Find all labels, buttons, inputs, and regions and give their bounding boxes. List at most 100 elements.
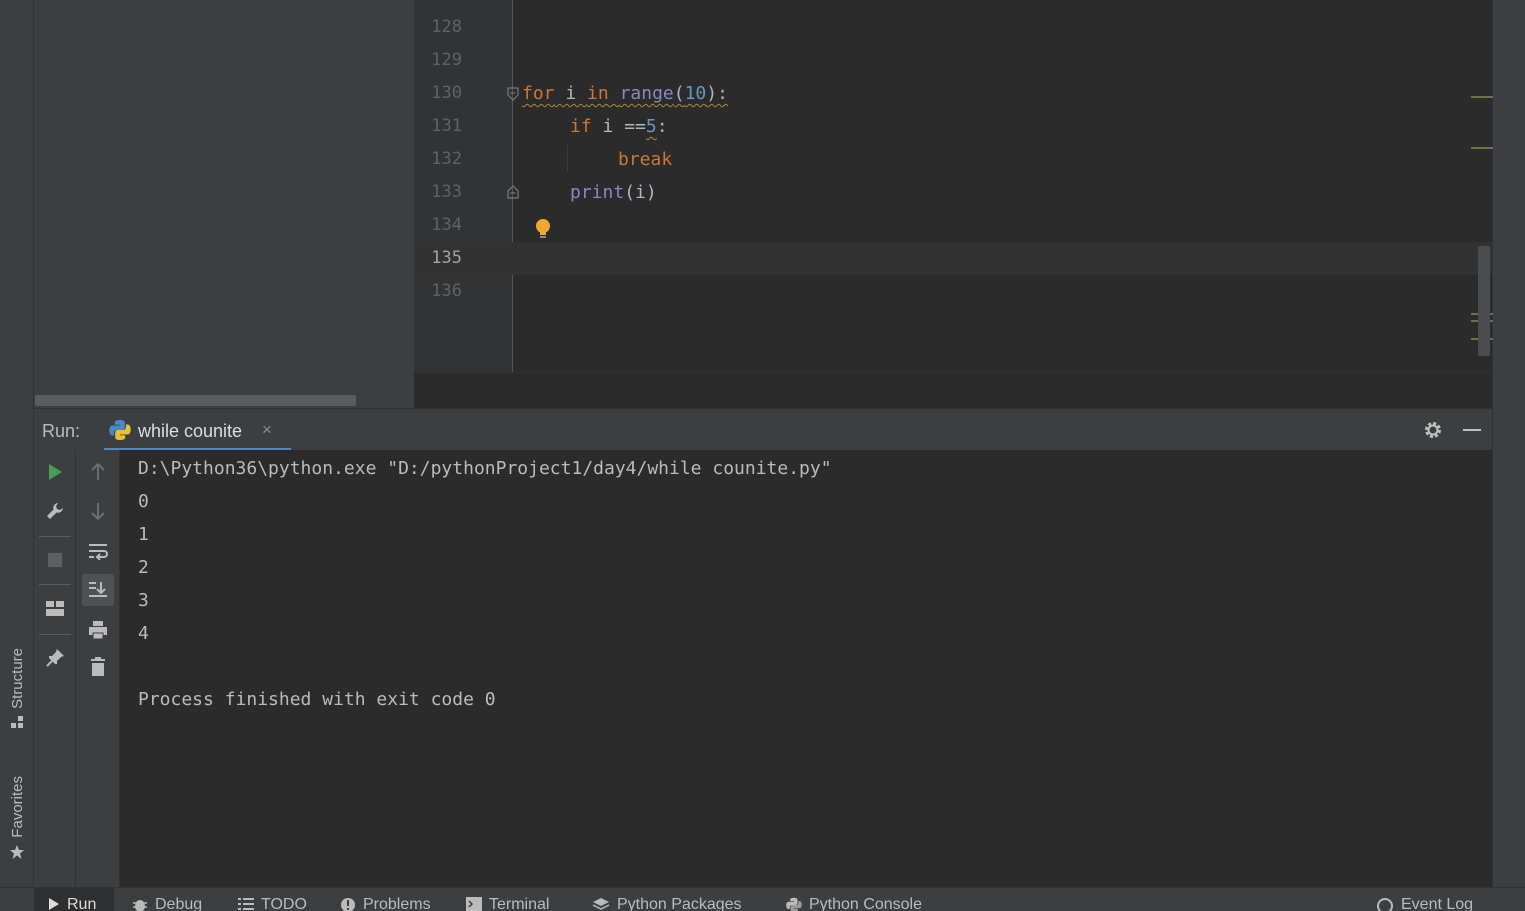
editor-line-current: 135 (414, 242, 1492, 275)
tab-terminal-label: Terminal (489, 896, 550, 911)
run-toolbar-secondary (76, 450, 120, 887)
print-button[interactable] (82, 614, 114, 646)
code-break-statement[interactable]: break (618, 143, 672, 176)
line-number: 128 (431, 17, 462, 37)
editor-line: 133 print(i) (414, 176, 1492, 209)
code-editor[interactable]: 128 129 130 for i in range(10): 131 if i… (414, 0, 1492, 372)
structure-tab-label: Structure (8, 648, 26, 709)
play-icon (49, 464, 62, 480)
restore-layout-button[interactable] (39, 593, 71, 625)
play-icon (49, 898, 59, 910)
line-number: 132 (431, 149, 462, 169)
wrench-icon (47, 503, 63, 519)
tab-todo[interactable]: TODO (238, 888, 307, 911)
tab-run[interactable]: Run (34, 888, 114, 911)
structure-tab[interactable]: Structure (0, 648, 34, 729)
scroll-to-end-icon (89, 582, 107, 597)
console-line: 0 (138, 491, 149, 512)
console-line: Process finished with exit code 0 (138, 689, 496, 710)
editor-line: 134 (414, 209, 1492, 242)
line-number: 131 (431, 116, 462, 136)
gear-icon[interactable] (1423, 420, 1443, 440)
line-number: 136 (431, 281, 462, 301)
printer-icon (89, 621, 107, 640)
clear-all-button[interactable] (82, 651, 114, 683)
run-tab-label: while counite (138, 421, 243, 441)
line-number: 133 (431, 182, 462, 202)
tab-todo-label: TODO (261, 896, 307, 911)
python-icon (109, 420, 131, 440)
project-horizontal-scrollbar[interactable] (35, 395, 356, 406)
editor-line: 136 (414, 275, 1492, 308)
editor-bottom-area (414, 372, 1492, 408)
fold-open-icon[interactable] (506, 87, 520, 101)
tab-event-log-label: Event Log (1401, 896, 1474, 911)
tab-debug-label: Debug (155, 896, 203, 911)
stop-button[interactable] (39, 544, 71, 576)
console-line: 4 (138, 623, 149, 644)
packages-icon (592, 898, 610, 910)
tab-python-console[interactable]: Python Console (786, 888, 922, 911)
arrow-up-icon (91, 463, 105, 480)
favorites-tab-label: Favorites (8, 776, 26, 838)
tab-run-label: Run (67, 896, 97, 911)
problems-icon (341, 898, 355, 911)
tab-python-packages-label: Python Packages (617, 896, 742, 911)
editor-line: 132 break (414, 143, 1492, 176)
console-line: 3 (138, 590, 149, 611)
star-icon (10, 844, 24, 859)
toolbar-separator (39, 536, 71, 537)
favorites-tab[interactable]: Favorites (0, 776, 34, 860)
minimize-icon[interactable] (1463, 429, 1481, 431)
bug-icon (133, 900, 147, 911)
tab-debug[interactable]: Debug (132, 888, 202, 911)
editor-line: 129 (414, 44, 1492, 77)
line-number: 129 (431, 50, 462, 70)
run-toolbar-primary (34, 450, 76, 887)
scroll-up-button[interactable] (82, 456, 114, 488)
pin-icon (46, 649, 64, 667)
python-icon (786, 897, 802, 911)
scroll-down-button[interactable] (82, 495, 114, 527)
toolbar-separator (39, 634, 71, 635)
line-number: 135 (431, 248, 462, 268)
code-print-statement[interactable]: print(i) (570, 176, 657, 209)
console-output[interactable]: D:\Python36\python.exe "D:/pythonProject… (120, 450, 1492, 887)
tab-problems[interactable]: Problems (340, 888, 431, 911)
warning-marker[interactable] (1471, 147, 1493, 149)
run-tool-header: Run: while counite × (34, 408, 1492, 451)
run-config-tab[interactable]: while counite × (104, 409, 291, 451)
rerun-button[interactable] (39, 456, 71, 488)
tab-python-console-label: Python Console (809, 896, 922, 911)
stop-icon (48, 553, 62, 567)
console-line: 1 (138, 524, 149, 545)
warning-marker[interactable] (1471, 96, 1493, 98)
console-line: 2 (138, 557, 149, 578)
edit-config-button[interactable] (39, 495, 71, 527)
code-if-statement[interactable]: if i ==5: (570, 110, 668, 143)
pin-tab-button[interactable] (39, 642, 71, 674)
tab-problems-label: Problems (363, 896, 431, 911)
tab-terminal[interactable]: Terminal (466, 888, 549, 911)
event-log-icon (1377, 898, 1393, 911)
structure-icon (11, 715, 23, 728)
tab-python-packages[interactable]: Python Packages (592, 888, 742, 911)
list-icon (238, 898, 254, 910)
code-for-statement[interactable]: for i in range(10): (522, 77, 728, 110)
console-line: D:\Python36\python.exe "D:/pythonProject… (138, 458, 832, 479)
line-number: 134 (431, 215, 462, 235)
error-stripe[interactable] (1471, 0, 1525, 887)
tab-event-log[interactable]: Event Log (1376, 888, 1473, 911)
editor-line: 128 (414, 11, 1492, 44)
soft-wrap-button[interactable] (82, 535, 114, 567)
editor-scrollbar-thumb[interactable] (1478, 246, 1490, 356)
scroll-to-end-button[interactable] (82, 574, 114, 606)
lightbulb-icon[interactable] (534, 218, 552, 240)
toolbar-separator (39, 584, 71, 585)
fold-end-icon[interactable] (506, 185, 520, 199)
close-tab-icon[interactable]: × (262, 420, 272, 440)
editor-line: 130 for i in range(10): (414, 77, 1492, 110)
arrow-down-icon (91, 503, 105, 520)
editor-line: 131 if i ==5: (414, 110, 1492, 143)
terminal-icon (466, 897, 482, 911)
